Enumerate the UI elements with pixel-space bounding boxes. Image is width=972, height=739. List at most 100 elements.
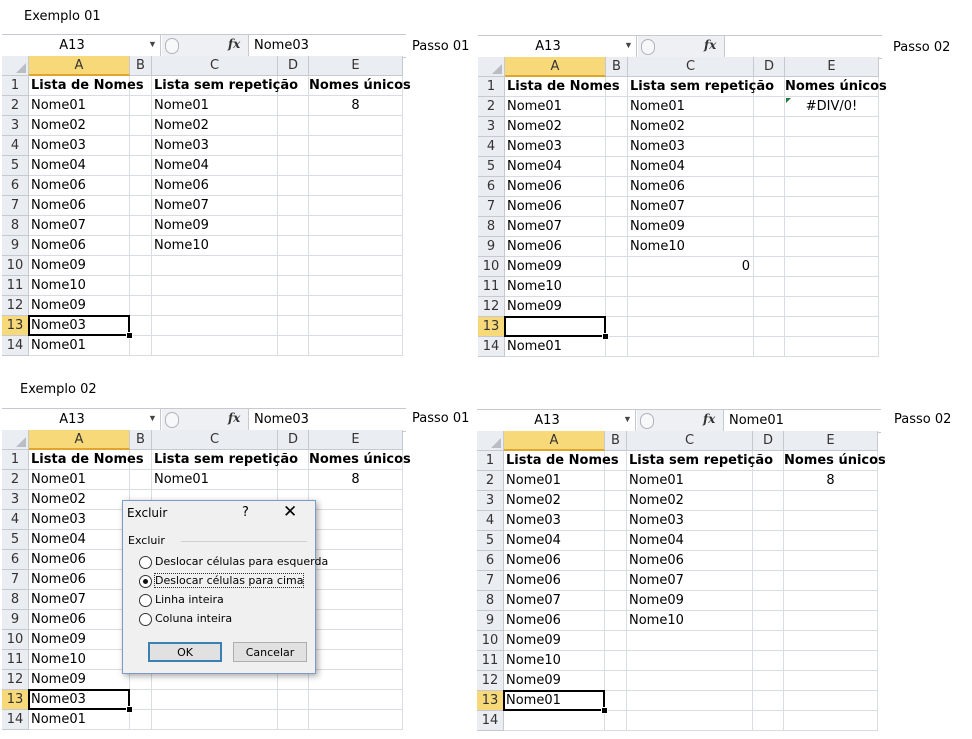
cell[interactable] (605, 471, 627, 491)
cell[interactable] (152, 690, 278, 710)
cell[interactable] (130, 236, 152, 256)
cell[interactable] (606, 77, 628, 97)
cell[interactable]: Nome09 (29, 630, 130, 650)
cell[interactable] (130, 196, 152, 216)
cell[interactable] (278, 296, 309, 316)
fill-handle[interactable] (601, 707, 608, 714)
cell[interactable] (785, 117, 879, 137)
cell[interactable]: Nome06 (627, 551, 753, 571)
cell[interactable] (785, 137, 879, 157)
cell[interactable] (130, 256, 152, 276)
cell[interactable] (278, 76, 309, 96)
cell[interactable] (130, 450, 152, 470)
cell[interactable] (753, 451, 784, 471)
cell[interactable] (309, 690, 403, 710)
cell[interactable] (130, 136, 152, 156)
row-header[interactable]: 1 (2, 76, 29, 96)
cell[interactable] (309, 256, 403, 276)
cell[interactable] (130, 96, 152, 116)
cell[interactable] (785, 237, 879, 257)
cell[interactable] (605, 491, 627, 511)
cell[interactable] (627, 691, 753, 711)
cell[interactable] (627, 631, 753, 651)
row-header[interactable]: 8 (2, 216, 29, 236)
column-header-e[interactable]: E (784, 431, 878, 451)
row-header[interactable]: 8 (478, 217, 505, 237)
cell[interactable]: Lista sem repetição (627, 451, 773, 471)
cell[interactable] (784, 711, 878, 731)
row-header[interactable]: 5 (2, 530, 29, 550)
cell[interactable] (754, 137, 785, 157)
row-header[interactable]: 10 (477, 631, 504, 651)
cell[interactable] (753, 651, 784, 671)
cell[interactable] (309, 590, 403, 610)
cell[interactable]: Lista de Nomes (29, 450, 144, 470)
row-header[interactable]: 1 (477, 451, 504, 471)
resize-handle-icon[interactable] (640, 413, 654, 429)
row-header[interactable]: 12 (2, 670, 29, 690)
cell[interactable]: Nome01 (29, 336, 130, 356)
cell[interactable]: Nome10 (627, 611, 753, 631)
cell[interactable] (606, 157, 628, 177)
cell[interactable] (753, 491, 784, 511)
cell[interactable] (605, 571, 627, 591)
cell[interactable] (278, 196, 309, 216)
cell[interactable] (628, 277, 754, 297)
radio-button[interactable] (139, 556, 152, 569)
cell[interactable]: Nome09 (29, 296, 130, 316)
cell[interactable]: Nome01 (627, 471, 753, 491)
cell[interactable]: Nome10 (29, 650, 130, 670)
cell[interactable]: Lista de Nomes (505, 77, 620, 97)
resize-handle-icon[interactable] (165, 38, 179, 54)
cell[interactable]: Nome06 (504, 551, 605, 571)
cell[interactable] (784, 511, 878, 531)
row-header[interactable]: 10 (2, 630, 29, 650)
cell[interactable]: Nome06 (29, 610, 130, 630)
cell[interactable] (278, 156, 309, 176)
cell[interactable]: Nome01 (628, 97, 754, 117)
cell[interactable] (754, 177, 785, 197)
cell[interactable] (152, 316, 278, 336)
name-box[interactable]: A13 ▼ (478, 36, 637, 57)
cell[interactable] (278, 276, 309, 296)
cell[interactable]: Nome10 (505, 277, 606, 297)
row-header[interactable]: 5 (2, 156, 29, 176)
row-header[interactable]: 11 (2, 650, 29, 670)
column-header-c[interactable]: C (628, 57, 754, 77)
cell[interactable] (784, 631, 878, 651)
cell[interactable] (753, 471, 784, 491)
cell[interactable]: Nome01 (29, 710, 130, 730)
row-header[interactable]: 1 (2, 450, 29, 470)
row-header[interactable]: 4 (2, 136, 29, 156)
cell[interactable] (754, 297, 785, 317)
cell[interactable] (754, 217, 785, 237)
function-icon[interactable]: fx (228, 37, 240, 51)
cell[interactable] (753, 531, 784, 551)
row-header[interactable]: 13 (478, 317, 505, 337)
row-header[interactable]: 11 (478, 277, 505, 297)
cell[interactable] (784, 571, 878, 591)
row-header[interactable]: 2 (2, 96, 29, 116)
cell[interactable] (606, 297, 628, 317)
row-header[interactable]: 3 (2, 116, 29, 136)
row-header[interactable]: 3 (478, 117, 505, 137)
cell[interactable] (754, 277, 785, 297)
close-icon[interactable]: ✕ (283, 502, 297, 522)
row-header[interactable]: 6 (2, 550, 29, 570)
cell[interactable] (130, 216, 152, 236)
cell[interactable] (606, 177, 628, 197)
cell[interactable]: Nome06 (29, 236, 130, 256)
cell[interactable] (606, 97, 628, 117)
cell[interactable]: Nome09 (504, 671, 605, 691)
cell[interactable] (130, 336, 152, 356)
cell[interactable] (504, 711, 605, 731)
cell[interactable]: Nomes únicos (309, 76, 411, 96)
column-header-d[interactable]: D (278, 56, 309, 76)
column-header-a[interactable]: A (505, 57, 606, 77)
cell[interactable] (754, 157, 785, 177)
column-header-b[interactable]: B (130, 56, 152, 76)
cell[interactable] (784, 671, 878, 691)
cell[interactable] (754, 117, 785, 137)
cell[interactable] (784, 531, 878, 551)
cell[interactable] (309, 530, 403, 550)
